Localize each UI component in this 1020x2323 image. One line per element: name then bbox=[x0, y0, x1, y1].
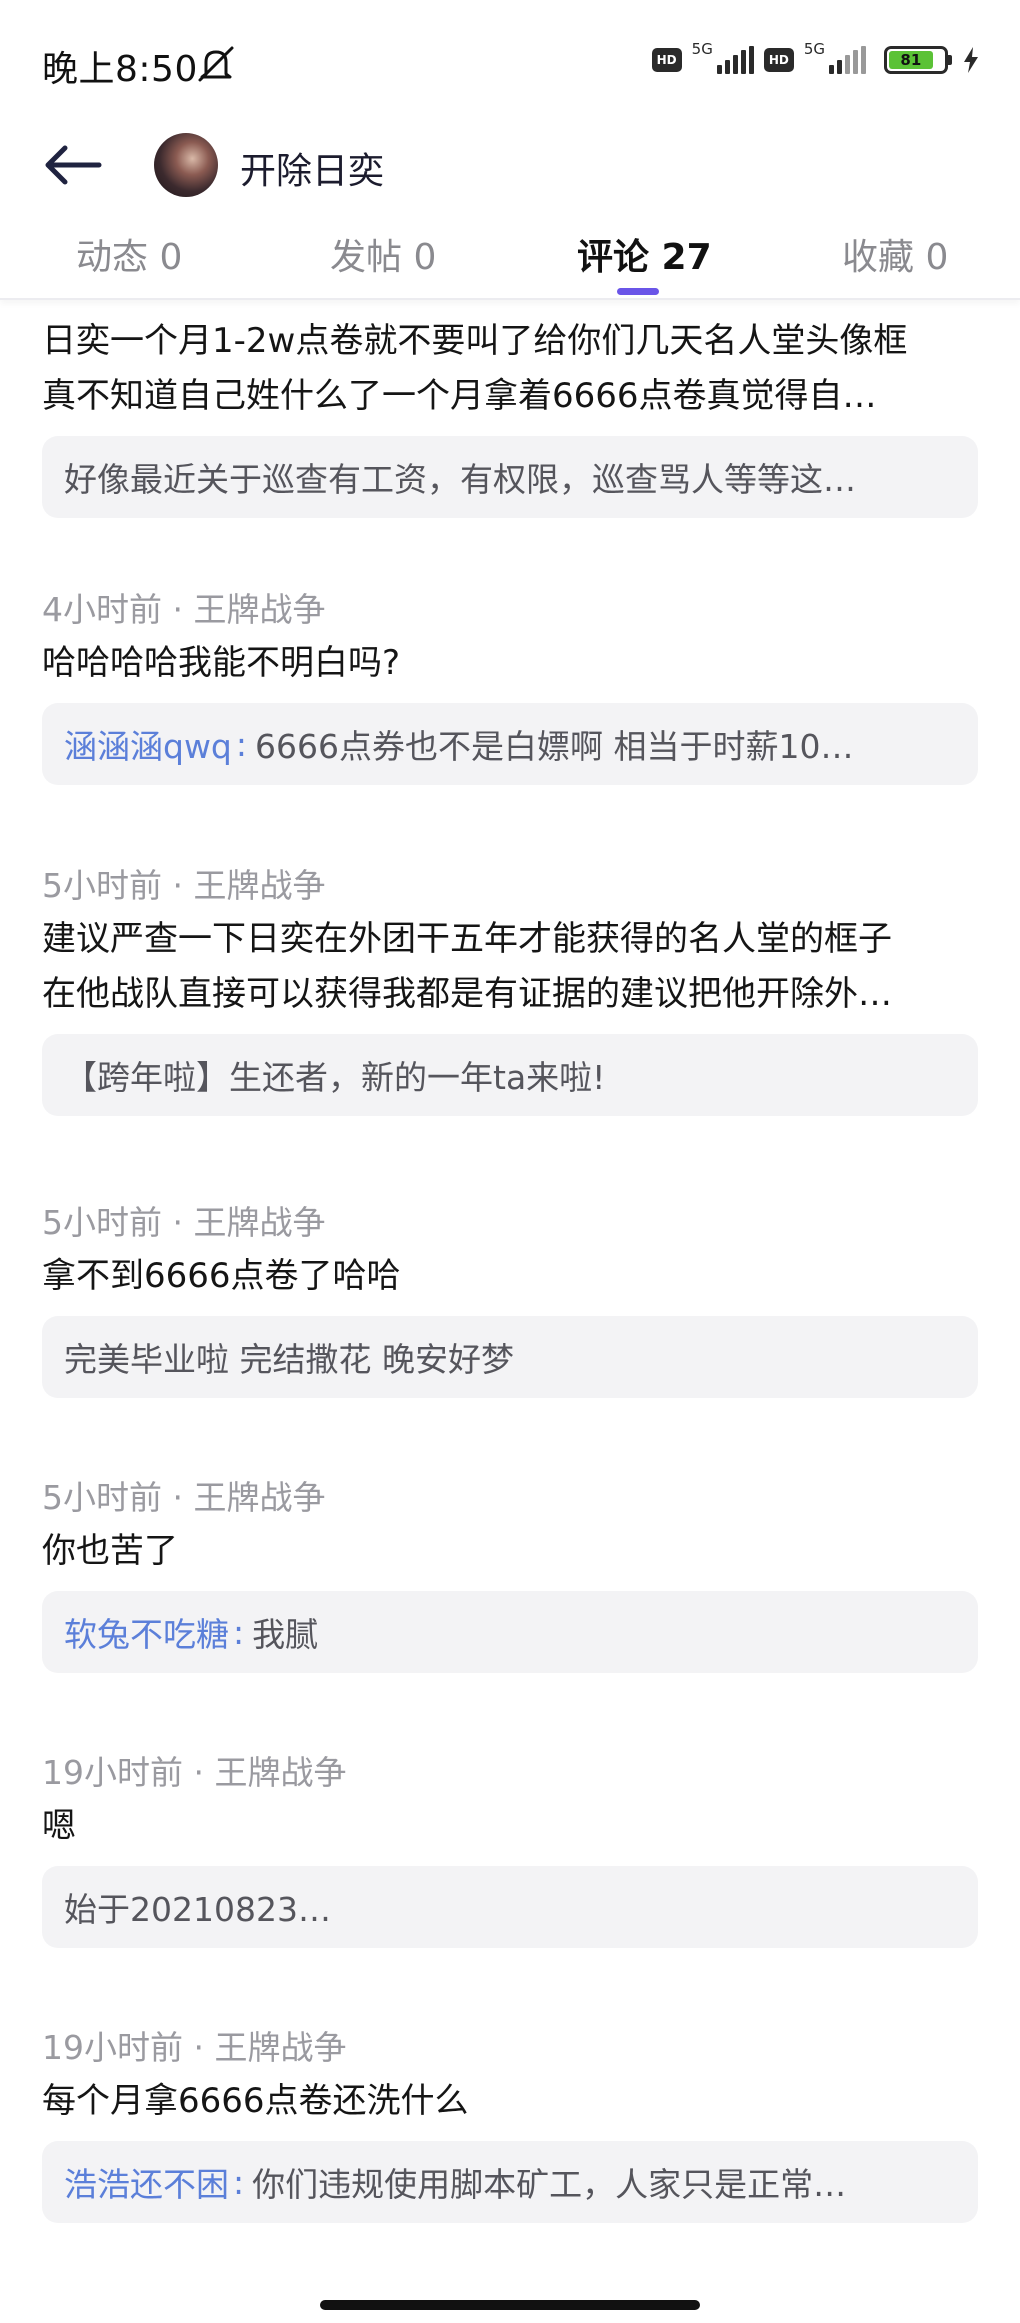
comment-item[interactable]: 19小时前 · 王牌战争 嗯 始于20210823… bbox=[42, 1747, 978, 1948]
comment-line: 每个月拿6666点卷还洗什么 bbox=[42, 2081, 469, 2121]
comment-line: 在他战队直接可以获得我都是有证据的建议把他开除外… bbox=[42, 974, 892, 1014]
comment-list: 日奕一个月1-2w点卷就不要叫了给你们几天名人堂头像框 真不知道自己姓什么了一个… bbox=[0, 300, 1020, 2290]
quote-author[interactable]: 软兔不吃糖 bbox=[64, 1608, 229, 1656]
quote-separator: : bbox=[233, 2162, 245, 2202]
battery-tip bbox=[948, 55, 952, 65]
comment-meta: 5小时前 · 王牌战争 bbox=[42, 1478, 326, 1517]
comment-body: 日奕一个月1-2w点卷就不要叫了给你们几天名人堂头像框 真不知道自己姓什么了一个… bbox=[42, 314, 978, 424]
quote-text: 始于20210823… bbox=[64, 1890, 331, 1929]
comment-item[interactable]: 19小时前 · 王牌战争 每个月拿6666点卷还洗什么 浩浩还不困 : 你们违规… bbox=[42, 2022, 978, 2223]
quote-separator: : bbox=[235, 724, 248, 764]
avatar[interactable] bbox=[154, 133, 218, 197]
comment-meta: 4小时前 · 王牌战争 bbox=[42, 590, 326, 629]
back-button[interactable] bbox=[38, 130, 108, 200]
quoted-post[interactable]: 浩浩还不困 : 你们违规使用脚本矿工，人家只是正常… bbox=[42, 2141, 978, 2223]
comment-line: 你也苦了 bbox=[42, 1531, 178, 1571]
tab-bar: 动态 0 发帖 0 评论 27 收藏 0 bbox=[0, 218, 1020, 300]
hd-badge: HD bbox=[651, 48, 682, 72]
comment-item[interactable]: 日奕一个月1-2w点卷就不要叫了给你们几天名人堂头像框 真不知道自己姓什么了一个… bbox=[42, 314, 978, 518]
quote-separator: : bbox=[233, 1612, 245, 1652]
quoted-post[interactable]: 完美毕业啦 完结撒花 晚安好梦 bbox=[42, 1316, 978, 1398]
mute-icon bbox=[198, 46, 234, 82]
tab-indicator bbox=[617, 288, 659, 295]
quote-text: 【跨年啦】生还者，新的一年ta来啦! bbox=[64, 1058, 606, 1097]
comment-meta: 19小时前 · 王牌战争 bbox=[42, 1753, 347, 1792]
comment-line: 拿不到6666点卷了哈哈 bbox=[42, 1256, 401, 1296]
comment-meta: 5小时前 · 王牌战争 bbox=[42, 1203, 326, 1242]
page-title: 开除日奕 bbox=[240, 151, 385, 192]
network-label: 5G bbox=[803, 40, 825, 58]
comment-body: 嗯 bbox=[42, 1799, 978, 1854]
back-arrow-icon bbox=[45, 145, 102, 185]
hd-badge: HD bbox=[763, 48, 794, 72]
home-indicator[interactable] bbox=[320, 2300, 700, 2310]
charging-bolt-icon bbox=[964, 47, 978, 73]
status-bar: 晚上8:50 HD 5G HD 5G 81 bbox=[0, 0, 1020, 120]
comment-line: 哈哈哈哈我能不明白吗? bbox=[42, 643, 401, 683]
tab-posts[interactable]: 发帖 0 bbox=[330, 228, 436, 280]
quoted-post[interactable]: 软兔不吃糖 : 我腻 bbox=[42, 1591, 978, 1673]
quote-author[interactable]: 浩浩还不困 bbox=[64, 2158, 229, 2206]
comment-meta: 19小时前 · 王牌战争 bbox=[42, 2028, 347, 2067]
comment-line: 日奕一个月1-2w点卷就不要叫了给你们几天名人堂头像框 bbox=[42, 321, 908, 361]
comment-body: 哈哈哈哈我能不明白吗? bbox=[42, 636, 978, 691]
network-label: 5G bbox=[691, 40, 713, 58]
header: 开除日奕 bbox=[0, 120, 1020, 210]
tab-activity[interactable]: 动态 0 bbox=[76, 228, 182, 280]
quoted-post[interactable]: 【跨年啦】生还者，新的一年ta来啦! bbox=[42, 1034, 978, 1116]
status-time: 晚上8:50 bbox=[42, 49, 198, 90]
quote-text: 好像最近关于巡查有工资，有权限，巡查骂人等等这… bbox=[64, 460, 856, 499]
comment-meta: 5小时前 · 王牌战争 bbox=[42, 866, 326, 905]
comment-body: 拿不到6666点卷了哈哈 bbox=[42, 1249, 978, 1304]
comment-line: 真不知道自己姓什么了一个月拿着6666点卷真觉得自… bbox=[42, 376, 877, 416]
comment-body: 每个月拿6666点卷还洗什么 bbox=[42, 2074, 978, 2129]
screen: 晚上8:50 HD 5G HD 5G 81 开除日奕 动态 0 发帖 0 评论 … bbox=[0, 0, 1020, 2323]
comment-item[interactable]: 5小时前 · 王牌战争 建议严查一下日奕在外团干五年才能获得的名人堂的框子 在他… bbox=[42, 860, 978, 1116]
comment-line: 建议严查一下日奕在外团干五年才能获得的名人堂的框子 bbox=[42, 919, 892, 959]
comment-item[interactable]: 5小时前 · 王牌战争 拿不到6666点卷了哈哈 完美毕业啦 完结撒花 晚安好梦 bbox=[42, 1197, 978, 1398]
battery-level: 81 bbox=[889, 51, 933, 69]
comment-item[interactable]: 4小时前 · 王牌战争 哈哈哈哈我能不明白吗? 涵涵涵qwq : 6666点券也… bbox=[42, 584, 978, 785]
quote-text: 我腻 bbox=[252, 1615, 319, 1654]
quoted-post[interactable]: 始于20210823… bbox=[42, 1866, 978, 1948]
comment-line: 嗯 bbox=[42, 1806, 76, 1846]
quoted-post[interactable]: 好像最近关于巡查有工资，有权限，巡查骂人等等这… bbox=[42, 436, 978, 518]
comment-body: 建议严查一下日奕在外团干五年才能获得的名人堂的框子 在他战队直接可以获得我都是有… bbox=[42, 912, 978, 1022]
quote-text: 完美毕业啦 完结撒花 晚安好梦 bbox=[64, 1340, 514, 1379]
quoted-post[interactable]: 涵涵涵qwq : 6666点券也不是白嫖啊 相当于时薪10… bbox=[42, 703, 978, 785]
battery-icon: 81 bbox=[884, 46, 948, 74]
quote-author[interactable]: 涵涵涵qwq bbox=[64, 720, 232, 768]
tab-favorites[interactable]: 收藏 0 bbox=[842, 228, 948, 280]
signal-icon bbox=[716, 46, 754, 74]
quote-text: 你们违规使用脚本矿工，人家只是正常… bbox=[252, 2165, 847, 2204]
comment-body: 你也苦了 bbox=[42, 1524, 978, 1579]
signal-icon bbox=[829, 46, 866, 74]
status-icons: HD 5G HD 5G 81 bbox=[651, 40, 980, 74]
quote-text: 6666点券也不是白嫖啊 相当于时薪10… bbox=[255, 727, 854, 766]
tab-comments[interactable]: 评论 27 bbox=[577, 228, 712, 280]
comment-item[interactable]: 5小时前 · 王牌战争 你也苦了 软兔不吃糖 : 我腻 bbox=[42, 1472, 978, 1673]
